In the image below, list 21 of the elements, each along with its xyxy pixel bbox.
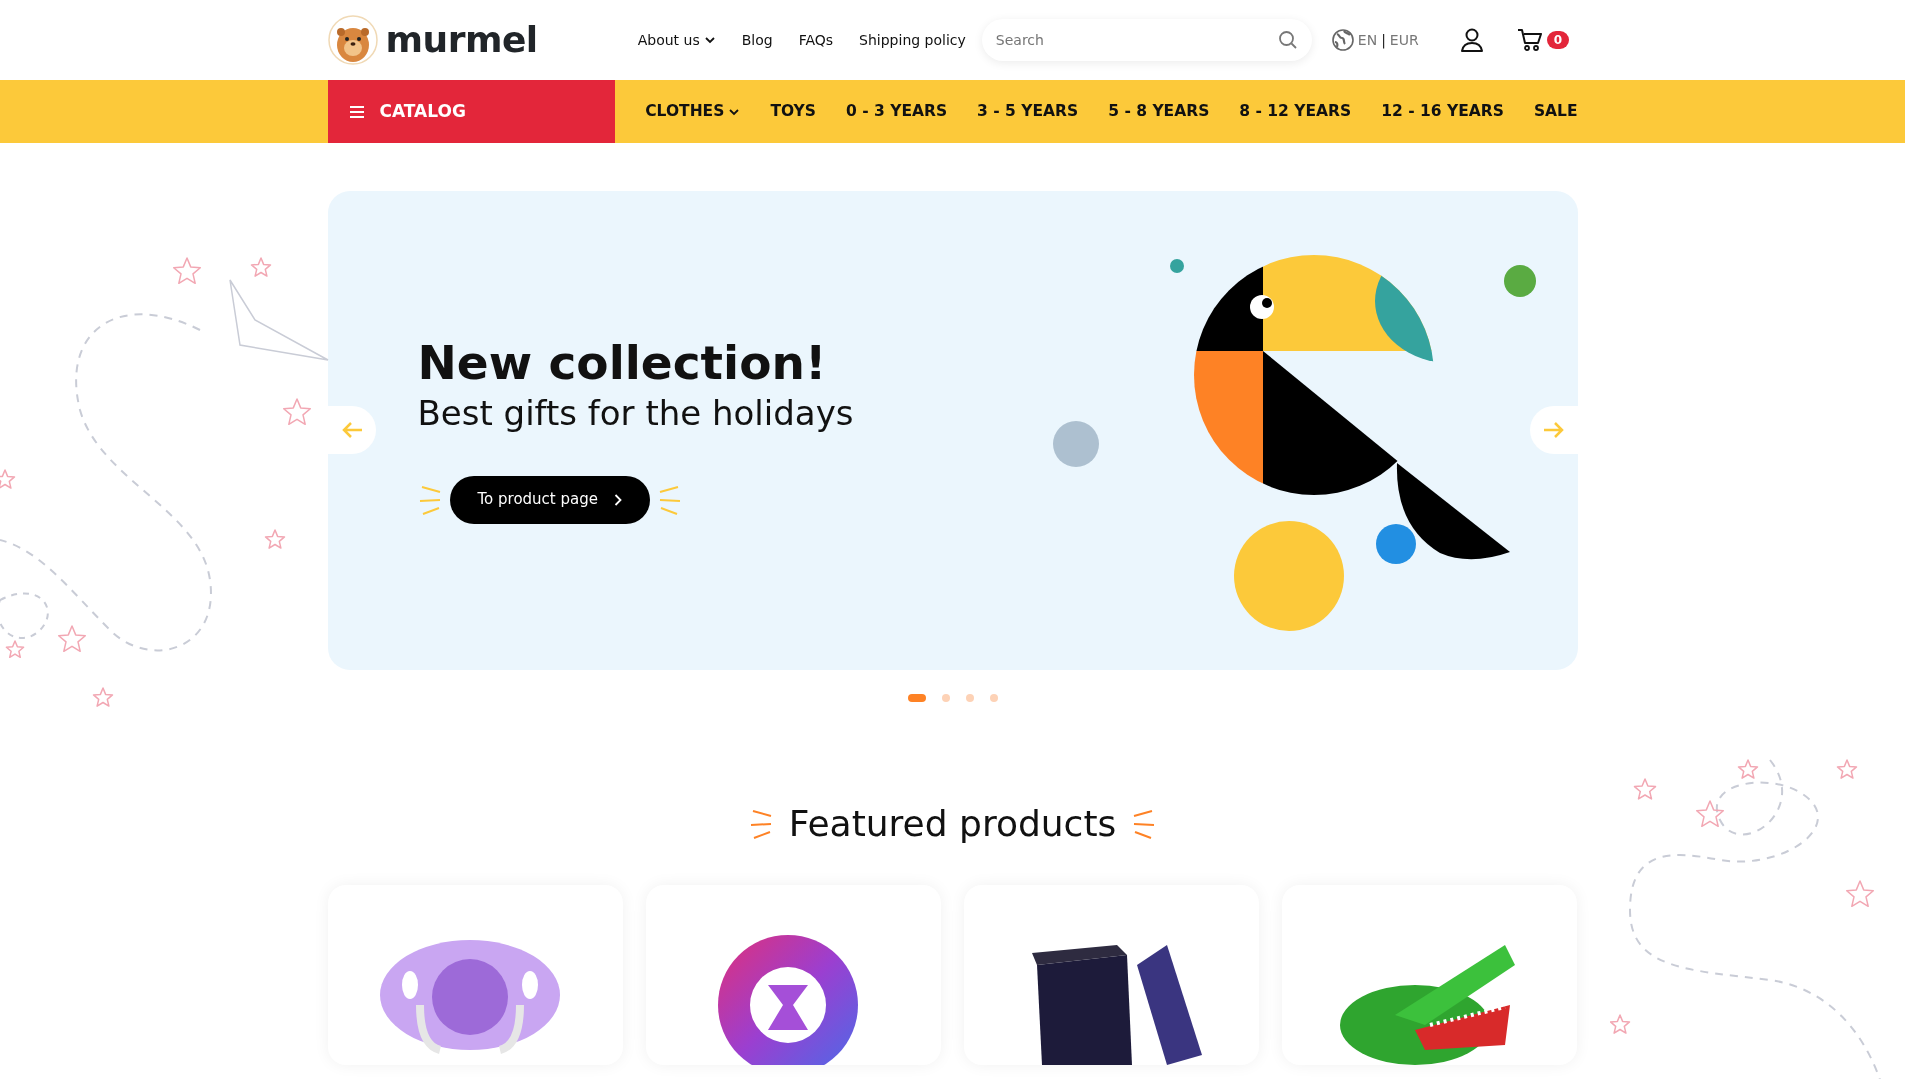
logo-text[interactable]: murmel (385, 13, 538, 67)
category-link[interactable]: TOYS (770, 99, 816, 124)
catalog-button[interactable]: CATALOG (327, 80, 616, 143)
category-link[interactable]: 5 - 8 YEARS (1108, 99, 1210, 124)
top-nav-link[interactable]: About us (637, 29, 716, 51)
cart-count-badge: 0 (1546, 31, 1570, 49)
section-title: Featured products (788, 802, 1117, 846)
category-link[interactable]: SALE (1533, 99, 1578, 124)
category-link[interactable]: 8 - 12 YEARS (1239, 99, 1352, 124)
top-nav-link[interactable]: FAQs (798, 29, 834, 51)
category-link[interactable]: 0 - 3 YEARS (846, 99, 948, 124)
hero-subtitle: Best gifts for the holidays (417, 392, 855, 434)
category-link[interactable]: 3 - 5 YEARS (977, 99, 1079, 124)
category-link[interactable]: 12 - 16 YEARS (1381, 99, 1504, 124)
top-nav-link[interactable]: Blog (741, 29, 773, 51)
search-field[interactable]: Search (981, 19, 1312, 61)
category-link[interactable]: CLOTHES (645, 99, 741, 124)
hero-title: New collection! (417, 337, 828, 389)
language-currency-selector[interactable]: EN | EUR (1331, 29, 1419, 51)
product-page-button[interactable]: To product page (449, 475, 650, 524)
top-nav-link[interactable]: Shipping policy (859, 29, 966, 51)
